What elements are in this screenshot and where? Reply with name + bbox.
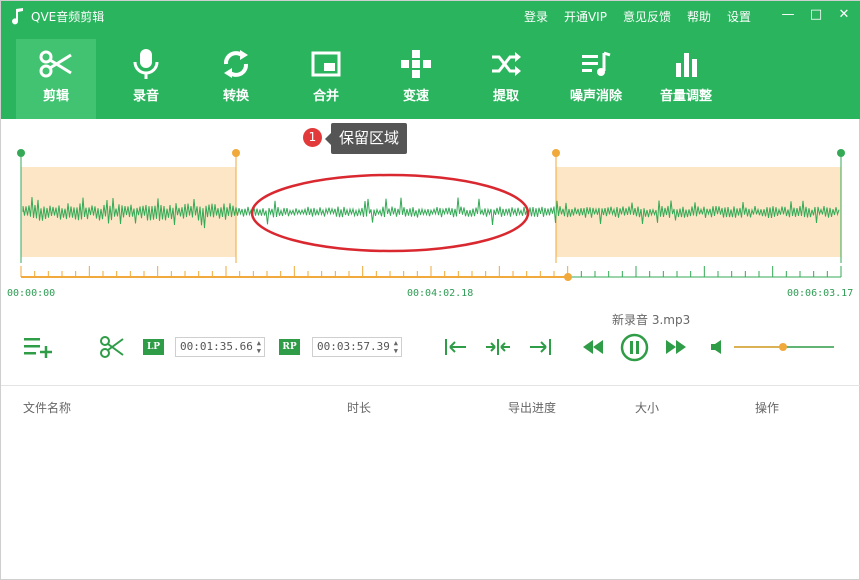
time-end-label: 00:06:03.17 (787, 288, 854, 299)
waveform-editor[interactable] (1, 119, 860, 289)
list-divider (1, 385, 860, 386)
column-header-size[interactable]: 大小 (635, 399, 659, 416)
column-header-duration[interactable]: 时长 (347, 399, 371, 416)
lp-time-value: 00:01:35.66 (180, 340, 253, 353)
maximize-button[interactable]: □ (805, 5, 827, 25)
tab-volume-adjust[interactable]: 音量调整 (646, 39, 726, 119)
add-file-icon[interactable] (23, 336, 53, 358)
tab-merge-label: 合并 (312, 89, 339, 104)
tab-speed[interactable]: 变速 (376, 39, 456, 119)
tab-record[interactable]: 录音 (106, 39, 186, 119)
jump-to-start-icon[interactable] (444, 337, 468, 357)
region-tooltip: 保留区域 (324, 123, 408, 154)
rp-time-value: 00:03:57.39 (317, 340, 390, 353)
column-header-filename[interactable]: 文件名称 (23, 399, 71, 416)
ruler-ticks (20, 266, 842, 277)
jump-to-end-icon[interactable] (528, 337, 552, 357)
left-trim-handle[interactable] (232, 149, 240, 157)
file-list-body (1, 421, 859, 579)
column-header-actions[interactable]: 操作 (755, 399, 779, 416)
tab-speed-label: 变速 (402, 89, 429, 104)
tab-record-label: 录音 (132, 89, 159, 104)
app-window: QVE音频剪辑 登录 开通VIP 意见反馈 帮助 设置 — □ ✕ 剪辑 录音 … (0, 0, 860, 580)
settings-link[interactable]: 设置 (727, 8, 751, 25)
lp-label[interactable]: LP (143, 339, 164, 355)
tab-cut-label: 剪辑 (42, 89, 69, 104)
tab-volume-adjust-label: 音量调整 (659, 89, 712, 104)
start-marker-handle[interactable] (17, 149, 25, 157)
fast-forward-icon[interactable] (665, 339, 687, 355)
refresh-icon (223, 50, 249, 78)
close-button[interactable]: ✕ (833, 5, 855, 25)
merge-window-icon (311, 51, 341, 77)
main-toolbar: 剪辑 录音 转换 合并 变速 提取 噪声消除 音量调整 (1, 31, 860, 119)
rp-time-input[interactable]: 00:03:57.39 ▲ ▼ (312, 337, 402, 357)
rp-label[interactable]: RP (279, 339, 300, 355)
help-link[interactable]: 帮助 (687, 8, 711, 25)
tab-convert[interactable]: 转换 (196, 39, 276, 119)
feedback-link[interactable]: 意见反馈 (623, 8, 671, 25)
volume-bars-icon (676, 53, 697, 77)
tab-noise-reduction-label: 噪声消除 (569, 89, 622, 104)
tab-extract[interactable]: 提取 (466, 39, 546, 119)
tab-cut[interactable]: 剪辑 (16, 39, 96, 119)
end-marker-handle[interactable] (837, 149, 845, 157)
top-menu: 登录 开通VIP 意见反馈 帮助 设置 (508, 8, 751, 25)
split-center-icon[interactable] (485, 337, 511, 357)
speed-icon (401, 50, 431, 78)
microphone-icon (133, 49, 159, 79)
title-bar: QVE音频剪辑 登录 开通VIP 意见反馈 帮助 设置 — □ ✕ (1, 1, 860, 31)
lp-time-spinner[interactable]: ▲ ▼ (257, 339, 261, 355)
vip-link[interactable]: 开通VIP (564, 8, 607, 25)
volume-slider[interactable] (734, 340, 834, 354)
time-current-label: 00:04:02.18 (407, 288, 474, 299)
pause-icon[interactable] (620, 333, 649, 362)
column-header-progress[interactable]: 导出进度 (508, 399, 556, 416)
tab-extract-label: 提取 (492, 89, 519, 104)
time-start-label: 00:00:00 (7, 288, 56, 299)
tab-convert-label: 转换 (222, 89, 249, 104)
scissors-icon (39, 50, 72, 78)
app-title: QVE音频剪辑 (31, 10, 105, 24)
current-file-name: 新录音 3.mp3 (612, 313, 691, 327)
tab-merge[interactable]: 合并 (286, 39, 366, 119)
cut-scissors-icon[interactable] (99, 335, 125, 359)
annotation-badge: 1 (303, 128, 322, 147)
rewind-icon[interactable] (582, 339, 604, 355)
lp-time-input[interactable]: 00:01:35.66 ▲ ▼ (175, 337, 265, 357)
tab-noise-reduction[interactable]: 噪声消除 (556, 39, 636, 119)
login-link[interactable]: 登录 (524, 8, 548, 25)
minimize-button[interactable]: — (777, 5, 799, 25)
rp-time-spinner[interactable]: ▲ ▼ (394, 339, 398, 355)
shuffle-icon (492, 52, 521, 76)
playhead-handle[interactable] (564, 273, 572, 281)
volume-icon[interactable] (710, 339, 726, 355)
right-trim-handle[interactable] (552, 149, 560, 157)
music-note-icon (12, 8, 23, 25)
noise-reduction-icon (582, 51, 611, 76)
volume-slider-knob[interactable] (779, 343, 787, 351)
